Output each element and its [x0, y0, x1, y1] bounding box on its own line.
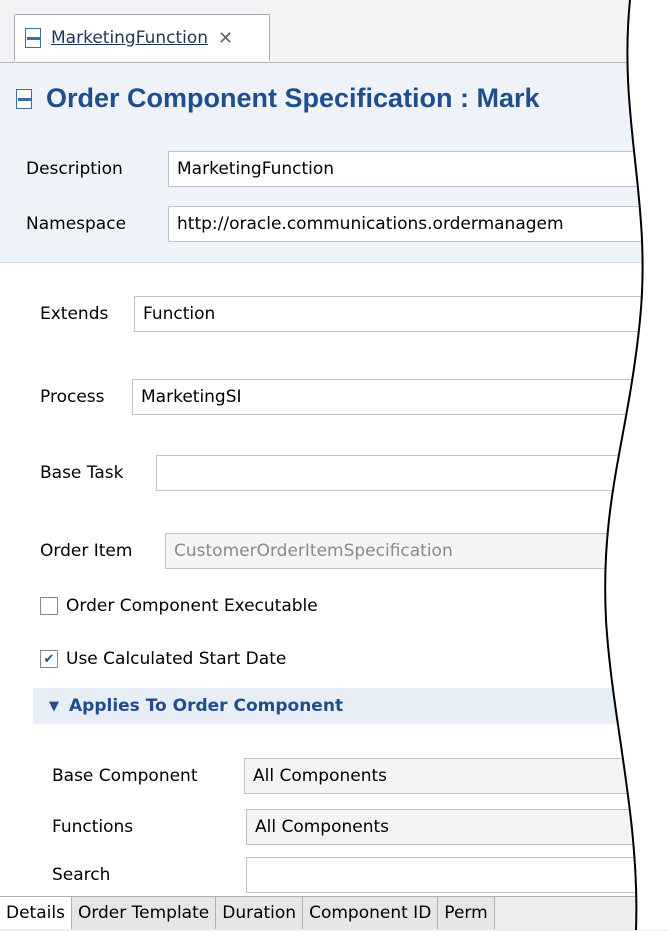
header-divider [0, 262, 669, 263]
page-title-row: Order Component Specification : Mark [16, 83, 540, 114]
extends-row: Extends Function [40, 296, 669, 332]
applies-to-section-header[interactable]: ▼ Applies To Order Component [33, 688, 669, 724]
process-row: Process MarketingSI [40, 379, 669, 415]
tab-component-id[interactable]: Component ID [303, 897, 439, 929]
search-row: Search [52, 857, 669, 893]
extends-field[interactable]: Function [134, 296, 669, 332]
executable-label: Order Component Executable [66, 596, 318, 616]
process-label: Process [40, 387, 105, 407]
collapse-arrow-icon[interactable]: ▼ [49, 699, 59, 714]
order-item-row: Order Item CustomerOrderItemSpecificatio… [40, 533, 669, 569]
search-input[interactable] [246, 857, 669, 893]
process-field[interactable]: MarketingSI [132, 379, 669, 415]
namespace-field[interactable]: http://oracle.communications.ordermanage… [168, 206, 669, 242]
base-component-row: Base Component All Components [52, 758, 669, 794]
base-component-select[interactable]: All Components [244, 758, 669, 794]
order-item-field: CustomerOrderItemSpecification [165, 533, 669, 569]
document-icon [25, 28, 43, 48]
tab-permissions[interactable]: Perm [438, 897, 495, 929]
close-icon[interactable]: ✕ [218, 28, 233, 49]
editor-window: MarketingFunction ✕ Order Component Spec… [0, 0, 669, 931]
functions-row: Functions All Components [52, 809, 669, 845]
executable-checkbox[interactable] [40, 597, 58, 615]
calc-start-row[interactable]: ✔ Use Calculated Start Date [40, 649, 286, 669]
search-label: Search [52, 865, 111, 885]
applies-to-section-title: Applies To Order Component [69, 696, 344, 716]
extends-label: Extends [40, 304, 109, 324]
editor-header: Order Component Specification : Mark Des… [0, 63, 669, 263]
specification-icon [16, 88, 34, 109]
calc-start-checkbox[interactable]: ✔ [40, 650, 58, 668]
base-task-label: Base Task [40, 463, 124, 483]
functions-label: Functions [52, 817, 134, 837]
tab-order-template[interactable]: Order Template [71, 897, 217, 929]
page-title: Order Component Specification : Mark [46, 83, 540, 113]
description-row: Description MarketingFunction [26, 151, 669, 187]
editor-tab-label: MarketingFunction [51, 28, 209, 48]
tab-details[interactable]: Details [0, 897, 72, 929]
calc-start-label: Use Calculated Start Date [66, 649, 287, 669]
executable-row[interactable]: Order Component Executable [40, 596, 318, 616]
description-label: Description [26, 159, 123, 179]
namespace-row: Namespace http://oracle.communications.o… [26, 206, 669, 242]
tab-duration[interactable]: Duration [216, 897, 304, 929]
order-item-label: Order Item [40, 541, 133, 561]
description-field[interactable]: MarketingFunction [168, 151, 669, 187]
namespace-label: Namespace [26, 214, 127, 234]
base-task-field[interactable] [156, 455, 669, 491]
editor-tabbar: MarketingFunction ✕ [0, 0, 669, 63]
page-tabs: Details Order Template Duration Componen… [0, 896, 669, 931]
base-task-row: Base Task [40, 455, 669, 491]
base-component-label: Base Component [52, 766, 198, 786]
functions-select[interactable]: All Components [246, 809, 669, 845]
editor-tab-marketingfunction[interactable]: MarketingFunction ✕ [14, 14, 271, 61]
